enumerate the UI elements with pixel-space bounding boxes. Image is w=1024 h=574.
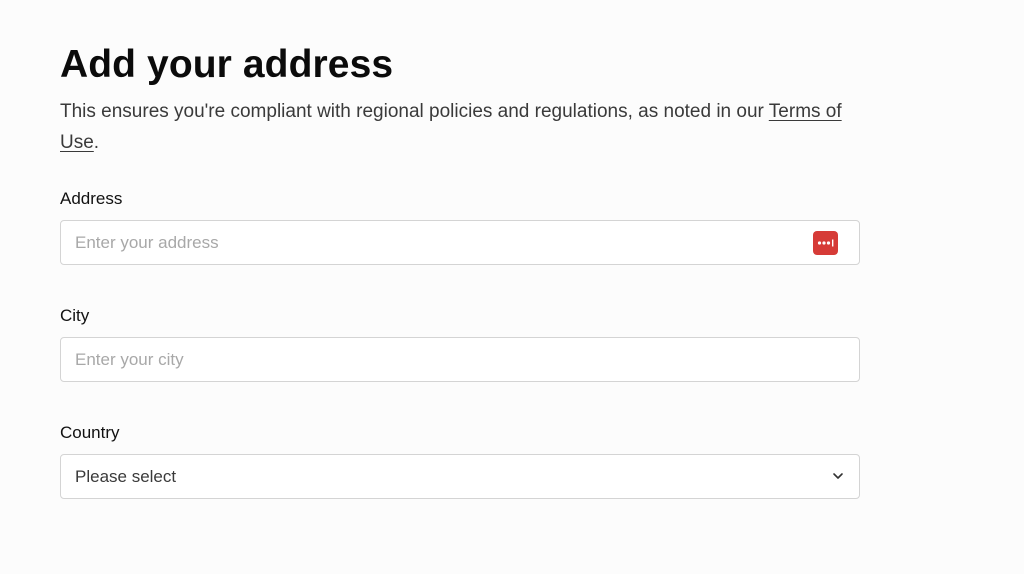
- password-manager-dots-icon: [817, 239, 834, 247]
- page-subtitle: This ensures you're compliant with regio…: [60, 96, 860, 158]
- page-title: Add your address: [60, 43, 394, 86]
- city-input[interactable]: [75, 338, 805, 381]
- subtitle-text: This ensures you're compliant with regio…: [60, 101, 764, 122]
- subtitle-period: .: [93, 132, 100, 153]
- password-manager-icon[interactable]: [813, 231, 838, 255]
- address-form-page: Add your address This ensures you're com…: [0, 0, 1024, 574]
- city-label: City: [60, 306, 90, 325]
- country-select[interactable]: Please select: [60, 454, 860, 499]
- address-label: Address: [60, 189, 123, 208]
- address-field-container: [60, 220, 860, 265]
- chevron-down-icon: [833, 473, 843, 479]
- country-label: Country: [60, 423, 120, 442]
- country-select-value: Please select: [75, 467, 177, 486]
- form-container: Add your address This ensures you're com…: [60, 40, 860, 499]
- address-input[interactable]: [75, 221, 805, 264]
- city-field-container: [60, 337, 860, 382]
